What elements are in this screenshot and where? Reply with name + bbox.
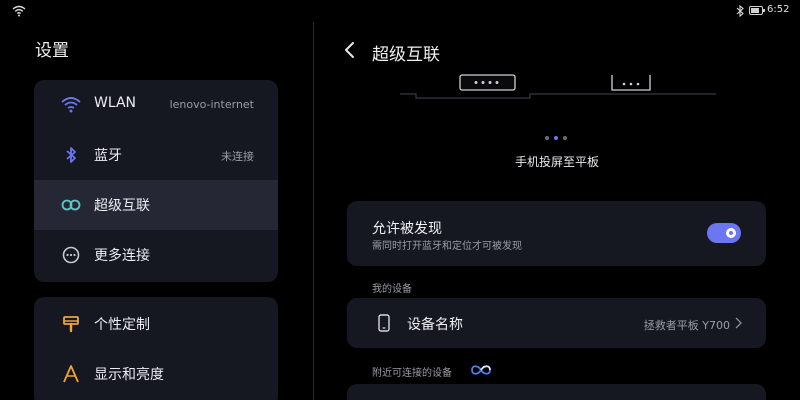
display-a-icon bbox=[63, 365, 79, 383]
sidebar-item-value: 未连接 bbox=[221, 150, 254, 163]
sidebar-item-label: 超级互联 bbox=[94, 198, 150, 214]
more-dots-icon bbox=[62, 246, 80, 264]
personalization-card: 个性定制 显示和亮度 bbox=[34, 297, 278, 400]
brush-icon bbox=[63, 316, 79, 333]
chevron-right-icon bbox=[735, 317, 742, 329]
discoverable-toggle[interactable] bbox=[707, 223, 741, 243]
device-name-row[interactable]: 设备名称 拯救者平板 Y700 bbox=[347, 298, 766, 348]
infinity-icon bbox=[61, 199, 81, 211]
sidebar-item-display-brightness[interactable]: 显示和亮度 bbox=[34, 349, 278, 399]
phone-icon bbox=[378, 314, 390, 332]
device-name-label: 设备名称 bbox=[407, 317, 463, 333]
scanning-spinner-icon bbox=[471, 365, 491, 375]
discoverable-card: 允许被发现 需同时打开蓝牙和定位才可被发现 bbox=[347, 201, 766, 266]
bluetooth-icon bbox=[66, 147, 76, 163]
wifi-icon bbox=[12, 5, 26, 17]
settings-title: 设置 bbox=[35, 41, 69, 61]
toggle-knob bbox=[726, 228, 736, 238]
sidebar-item-wlan[interactable]: WLAN lenovo-internet bbox=[34, 80, 278, 130]
sidebar-item-super-connect[interactable]: 超级互联 bbox=[34, 180, 278, 230]
nearby-devices-card bbox=[347, 384, 766, 400]
carousel-dot bbox=[554, 136, 558, 140]
discoverable-title: 允许被发现 bbox=[372, 221, 442, 237]
clock: 6:52 bbox=[767, 4, 790, 15]
sidebar-item-label: WLAN bbox=[94, 95, 137, 111]
phone-to-tablet-illustration bbox=[400, 74, 716, 99]
wifi-icon bbox=[61, 97, 81, 113]
carousel-indicator bbox=[545, 135, 569, 141]
sidebar-item-bluetooth[interactable]: 蓝牙 未连接 bbox=[34, 130, 278, 180]
sidebar-item-more-connections[interactable]: 更多连接 bbox=[34, 230, 278, 280]
my-devices-header: 我的设备 bbox=[372, 284, 412, 295]
sidebar-item-label: 更多连接 bbox=[94, 248, 150, 264]
device-name-value: 拯救者平板 Y700 bbox=[643, 319, 730, 332]
carousel-caption: 手机投屏至平板 bbox=[514, 155, 599, 169]
pane-divider bbox=[313, 22, 314, 400]
back-arrow-icon[interactable] bbox=[342, 40, 358, 60]
nearby-devices-header: 附近可连接的设备 bbox=[372, 368, 452, 379]
sidebar-item-label: 显示和亮度 bbox=[94, 367, 164, 383]
sidebar-item-value: lenovo-internet bbox=[169, 98, 254, 111]
sidebar-item-personalize[interactable]: 个性定制 bbox=[34, 299, 278, 349]
page-title: 超级互联 bbox=[372, 45, 440, 65]
sidebar-item-label: 蓝牙 bbox=[94, 148, 122, 164]
discoverable-subtitle: 需同时打开蓝牙和定位才可被发现 bbox=[372, 241, 522, 252]
status-bar: 6:52 bbox=[0, 0, 800, 22]
sidebar-item-label: 个性定制 bbox=[94, 317, 150, 333]
bluetooth-icon bbox=[736, 5, 744, 17]
connections-card: WLAN lenovo-internet 蓝牙 未连接 超级互联 更多连接 bbox=[34, 80, 278, 282]
carousel-dot bbox=[545, 136, 549, 140]
carousel-dot bbox=[563, 136, 567, 140]
battery-icon bbox=[749, 6, 765, 15]
